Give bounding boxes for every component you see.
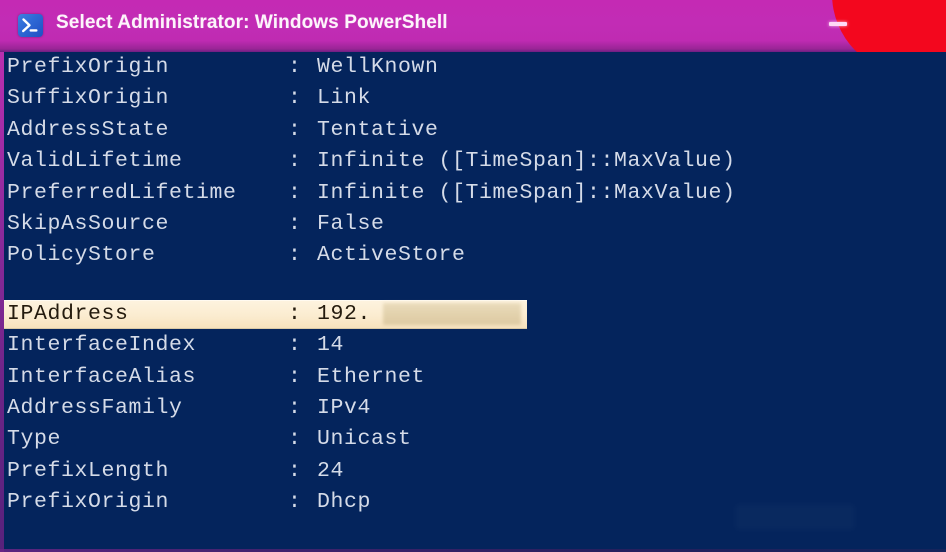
powershell-window: Select Administrator: Windows PowerShell… — [0, 0, 946, 552]
property-name: PrefixOrigin — [7, 55, 170, 79]
terminal-line: PrefixOrigin: Dhcp — [0, 487, 946, 518]
property-value: IPv4 — [317, 395, 372, 420]
terminal-output-area[interactable]: PrefixOrigin: WellKnown SuffixOrigin: Link A… — [0, 52, 946, 552]
terminal-line: InterfaceAlias: Ethernet — [0, 362, 946, 393]
terminal-line: SkipAsSource: False — [0, 209, 946, 240]
property-value: Dhcp — [317, 490, 372, 515]
property-name: ValidLifetime — [7, 149, 183, 174]
property-separator: : — [288, 427, 302, 452]
property-value: Ethernet — [317, 364, 426, 389]
terminal-line: InterfaceIndex:14 — [0, 330, 946, 361]
terminal-line: AddressState: Tentative — [0, 115, 946, 146]
terminal-line: Type: Unicast — [0, 424, 946, 455]
property-separator: : — [288, 333, 302, 358]
property-value: Unicast — [317, 427, 412, 452]
property-name: IPAddress — [7, 301, 129, 326]
property-value: Infinite ([TimeSpan]::MaxValue) — [317, 149, 736, 174]
property-separator: : — [288, 211, 302, 236]
property-value: Infinite ([TimeSpan]::MaxValue) — [317, 180, 736, 205]
property-value: 192. — [317, 301, 372, 326]
terminal-line-list: PrefixOrigin: WellKnown SuffixOrigin: Link A… — [0, 52, 946, 518]
window-title-bar[interactable]: Select Administrator: Windows PowerShell — [0, 0, 946, 52]
powershell-icon — [18, 14, 43, 37]
terminal-line: IPAddress:192. — [0, 299, 946, 330]
property-value: Tentative — [317, 117, 439, 142]
property-name: PrefixOrigin — [7, 490, 170, 515]
property-name: AddressFamily — [7, 395, 183, 420]
property-separator: : — [288, 490, 302, 515]
property-value: 14 — [317, 333, 345, 358]
property-separator: : — [288, 86, 302, 111]
terminal-line: PreferredLifetime: Infinite ([TimeSpan]::… — [0, 178, 946, 209]
property-separator: : — [288, 458, 302, 483]
property-separator: : — [288, 180, 302, 205]
property-separator: : — [288, 117, 302, 142]
redacted-value-block — [383, 302, 521, 325]
property-name: Type — [7, 427, 62, 452]
minimize-button[interactable] — [812, 4, 864, 44]
property-name: InterfaceAlias — [7, 364, 197, 389]
terminal-line: AddressFamily: IPv4 — [0, 393, 946, 424]
property-name: SkipAsSource — [7, 211, 170, 236]
window-title: Select Administrator: Windows PowerShell — [56, 12, 448, 33]
property-value: ActiveStore — [317, 243, 466, 268]
property-name: PolicyStore — [7, 243, 156, 268]
property-name: AddressState — [7, 117, 170, 142]
minimize-icon — [829, 22, 847, 26]
property-value: 24 — [317, 458, 345, 483]
property-separator: : — [288, 149, 302, 174]
terminal-line: SuffixOrigin: Link — [0, 83, 946, 114]
terminal-line: PolicyStore: ActiveStore — [0, 240, 946, 271]
property-separator: : — [288, 395, 302, 420]
property-name: SuffixOrigin — [7, 86, 170, 111]
property-name: PreferredLifetime — [7, 180, 237, 205]
terminal-line: PrefixOrigin: WellKnown — [0, 52, 946, 83]
property-name: InterfaceIndex — [7, 333, 197, 358]
property-separator: : — [288, 364, 302, 389]
property-value: False — [317, 211, 385, 236]
property-separator: : — [288, 243, 302, 268]
property-separator: : — [288, 301, 302, 326]
property-value: WellKnown — [317, 55, 439, 79]
window-left-border — [0, 52, 4, 552]
property-separator: : — [288, 55, 302, 79]
property-name: PrefixLength — [7, 458, 170, 483]
terminal-line: PrefixLength:24 — [0, 456, 946, 487]
terminal-line: ValidLifetime: Infinite ([TimeSpan]::MaxV… — [0, 146, 946, 177]
property-value: Link — [317, 86, 372, 111]
